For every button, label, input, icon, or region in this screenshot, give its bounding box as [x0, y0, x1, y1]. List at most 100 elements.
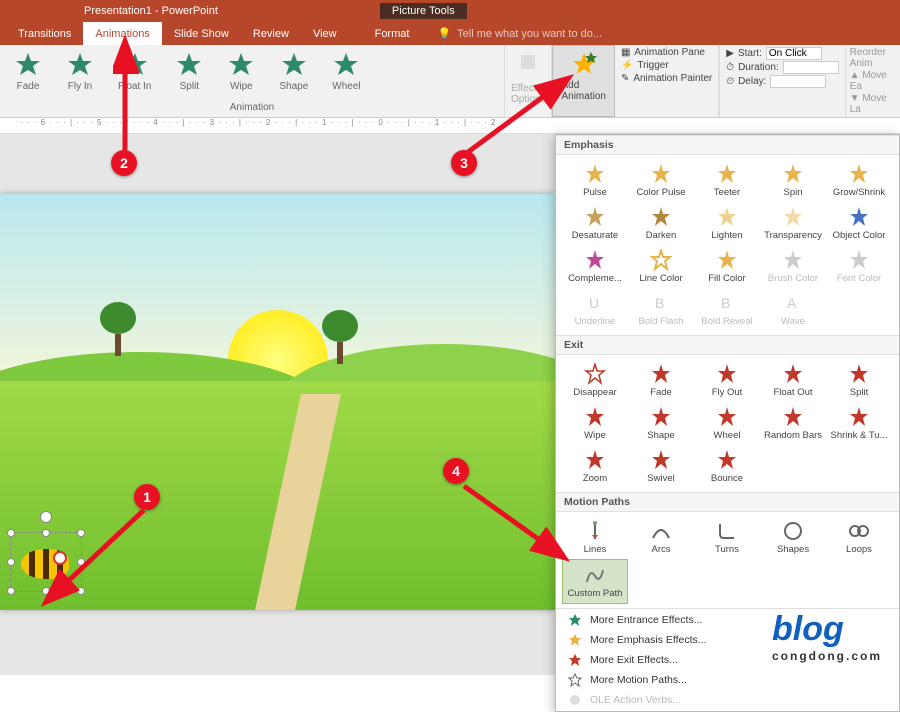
exit-randombars[interactable]: Random Bars — [760, 402, 826, 445]
resize-handle[interactable] — [77, 587, 85, 595]
resize-handle[interactable] — [42, 587, 50, 595]
tab-format[interactable]: Format — [363, 22, 422, 45]
exit-swivel[interactable]: Swivel — [628, 445, 694, 488]
trigger-icon: ⚡ — [621, 60, 633, 71]
bee-eye — [53, 551, 67, 565]
emph-lighten[interactable]: Lighten — [694, 202, 760, 245]
emph-wave: AWave — [760, 288, 826, 331]
emph-complementary[interactable]: Compleme... — [562, 245, 628, 288]
selected-image-bee[interactable] — [10, 532, 82, 592]
tab-review[interactable]: Review — [241, 22, 301, 45]
exit-zoom[interactable]: Zoom — [562, 445, 628, 488]
lightbulb-icon: 💡 — [437, 27, 451, 40]
exit-shrinkturn[interactable]: Shrink & Tu... — [826, 402, 892, 445]
rotate-handle[interactable] — [40, 511, 52, 523]
move-earlier: ▲ Move Ea — [850, 70, 896, 92]
tab-animations[interactable]: Animations — [83, 22, 161, 45]
exit-floatout[interactable]: Float Out — [760, 359, 826, 402]
tab-view[interactable]: View — [301, 22, 349, 45]
motion-loops[interactable]: Loops — [826, 516, 892, 559]
motion-arcs[interactable]: Arcs — [628, 516, 694, 559]
resize-handle[interactable] — [7, 529, 15, 537]
animation-gallery[interactable]: Fade Fly In Float In Split Wipe Shape Wh… — [4, 47, 500, 96]
duration-input[interactable] — [783, 61, 839, 74]
document-title: Presentation1 - PowerPoint — [84, 5, 218, 17]
tab-transitions[interactable]: Transitions — [6, 22, 83, 45]
tab-slideshow[interactable]: Slide Show — [162, 22, 241, 45]
exit-disappear[interactable]: Disappear — [562, 359, 628, 402]
exit-split[interactable]: Split — [826, 359, 892, 402]
slide-canvas[interactable]: Emphasis Pulse Color Pulse Teeter Spin G… — [0, 134, 900, 675]
motion-custompath[interactable]: Custom Path — [562, 559, 628, 604]
anim-flyin[interactable]: Fly In — [66, 51, 94, 92]
emph-objectcolor[interactable]: Object Color — [826, 202, 892, 245]
slide-tree — [322, 310, 358, 364]
emph-transparency[interactable]: Transparency — [760, 202, 826, 245]
emph-desaturate[interactable]: Desaturate — [562, 202, 628, 245]
animation-pane-button[interactable]: ▦Animation Pane — [621, 47, 712, 58]
emph-teeter[interactable]: Teeter — [694, 159, 760, 202]
motion-turns[interactable]: Turns — [694, 516, 760, 559]
effect-options-button: Effect Options — [505, 45, 552, 117]
more-motion[interactable]: More Motion Paths... — [556, 670, 899, 690]
slide[interactable] — [0, 194, 555, 610]
anim-shape[interactable]: Shape — [279, 51, 308, 92]
emph-linecolor[interactable]: Line Color — [628, 245, 694, 288]
add-animation-button[interactable]: Add Animation — [552, 45, 614, 117]
emph-colorpulse[interactable]: Color Pulse — [628, 159, 694, 202]
motion-lines[interactable]: Lines — [562, 516, 628, 559]
exit-bounce[interactable]: Bounce — [694, 445, 760, 488]
anim-fade[interactable]: Fade — [14, 51, 42, 92]
start-label: Start: — [738, 48, 762, 59]
resize-handle[interactable] — [42, 529, 50, 537]
clock-icon: ⏱ — [726, 62, 734, 73]
emph-underline: UUnderline — [562, 288, 628, 331]
section-exit: Exit — [556, 335, 899, 355]
callout-2: 2 — [111, 150, 137, 176]
exit-wheel[interactable]: Wheel — [694, 402, 760, 445]
group-label-animation: Animation — [4, 102, 500, 115]
resize-handle[interactable] — [77, 558, 85, 566]
emph-boldflash: BBold Flash — [628, 288, 694, 331]
motion-shapes[interactable]: Shapes — [760, 516, 826, 559]
slide-tree — [100, 302, 136, 356]
emph-fillcolor[interactable]: Fill Color — [694, 245, 760, 288]
start-dropdown[interactable] — [766, 47, 822, 60]
delay-label: Delay: — [738, 76, 766, 87]
exit-wipe[interactable]: Wipe — [562, 402, 628, 445]
title-bar: Presentation1 - PowerPoint Picture Tools — [0, 0, 900, 22]
tell-me-search[interactable]: 💡 Tell me what you want to do... — [437, 27, 602, 40]
exit-flyout[interactable]: Fly Out — [694, 359, 760, 402]
delay-icon: ⏲ — [726, 76, 734, 87]
emph-pulse[interactable]: Pulse — [562, 159, 628, 202]
anim-wipe[interactable]: Wipe — [227, 51, 255, 92]
ribbon-tabs: Transitions Animations Slide Show Review… — [0, 22, 900, 45]
callout-4: 4 — [443, 458, 469, 484]
animation-painter-button[interactable]: ✎Animation Painter — [621, 73, 712, 84]
resize-handle[interactable] — [7, 558, 15, 566]
anim-floatin[interactable]: Float In — [118, 51, 151, 92]
svg-text:U: U — [589, 295, 599, 311]
play-icon: ▶ — [726, 48, 734, 59]
painter-icon: ✎ — [621, 73, 629, 84]
resize-handle[interactable] — [77, 529, 85, 537]
emph-growshrink[interactable]: Grow/Shrink — [826, 159, 892, 202]
exit-fade[interactable]: Fade — [628, 359, 694, 402]
callout-1: 1 — [134, 484, 160, 510]
emph-boldreveal: BBold Reveal — [694, 288, 760, 331]
trigger-button[interactable]: ⚡Trigger — [621, 60, 712, 71]
exit-shape[interactable]: Shape — [628, 402, 694, 445]
emph-fontcolor: Font Color — [826, 245, 892, 288]
emph-brushcolor: Brush Color — [760, 245, 826, 288]
delay-input[interactable] — [770, 75, 826, 88]
anim-wheel[interactable]: Wheel — [332, 51, 360, 92]
ruler: · · · 6 · · · | · · · 5 · · · | · · · 4 … — [0, 118, 900, 134]
svg-text:A: A — [787, 295, 797, 311]
more-ole: OLE Action Verbs... — [556, 690, 899, 710]
contextual-tab-label: Picture Tools — [380, 3, 467, 19]
svg-text:B: B — [655, 295, 664, 311]
resize-handle[interactable] — [7, 587, 15, 595]
anim-split[interactable]: Split — [175, 51, 203, 92]
emph-darken[interactable]: Darken — [628, 202, 694, 245]
emph-spin[interactable]: Spin — [760, 159, 826, 202]
